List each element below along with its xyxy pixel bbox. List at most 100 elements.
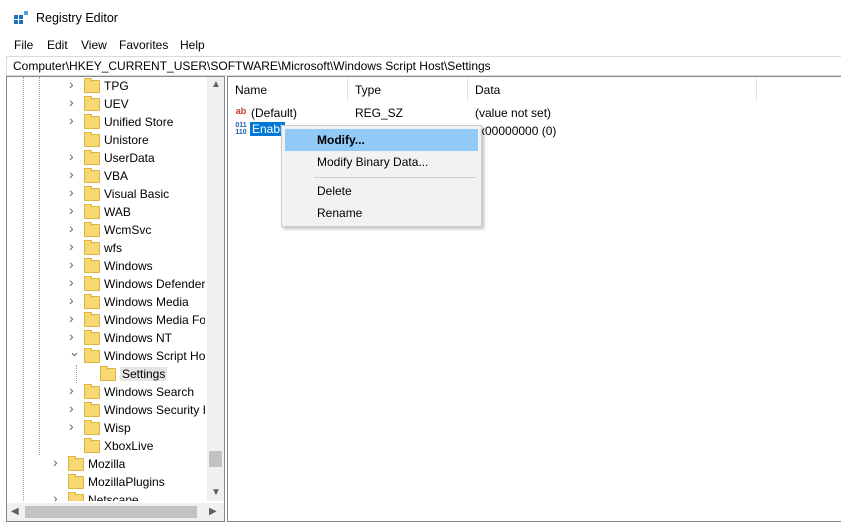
folder-icon: [84, 312, 100, 327]
key-tree-pane[interactable]: › TPG › UEV › Unified Store Unistore › UserData ›…: [6, 76, 225, 522]
chevron-right-icon[interactable]: ›: [69, 419, 77, 433]
tree-item[interactable]: › Windows Security Hea: [7, 401, 205, 420]
chevron-right-icon[interactable]: ›: [69, 149, 77, 163]
tree-item[interactable]: › WcmSvc: [7, 221, 205, 240]
menu-item-modify[interactable]: Modify...: [285, 129, 478, 151]
tree-item-label: Windows Search: [104, 385, 195, 399]
chevron-right-icon[interactable]: ›: [69, 203, 77, 217]
menu-help[interactable]: Help: [179, 38, 206, 52]
address-path: Computer\HKEY_CURRENT_USER\SOFTWARE\Micr…: [13, 59, 491, 73]
tree-item-label: wfs: [104, 241, 122, 255]
tree-item-label: Unistore: [104, 133, 149, 147]
scroll-down-icon[interactable]: ▼: [211, 487, 221, 498]
tree-item-label: MozillaPlugins: [88, 475, 165, 489]
tree-item-label: Windows Security Hea: [104, 403, 205, 417]
scroll-right-icon[interactable]: ▶: [209, 506, 217, 517]
chevron-right-icon[interactable]: ›: [69, 383, 77, 397]
tree-item-label: Windows NT: [104, 331, 173, 345]
title-bar: Registry Editor: [0, 0, 841, 36]
tree-item[interactable]: › Mozilla: [7, 455, 205, 474]
tree-item-label: VBA: [104, 169, 129, 183]
chevron-right-icon[interactable]: ›: [69, 293, 77, 307]
tree-item-label: UEV: [104, 97, 129, 111]
folder-icon: [84, 96, 100, 111]
tree-item-label: Windows Defender Sec: [104, 277, 205, 291]
menu-item-rename[interactable]: Rename: [285, 202, 478, 224]
chevron-right-icon[interactable]: ›: [69, 275, 77, 289]
chevron-right-icon[interactable]: ›: [69, 401, 77, 415]
column-header-data[interactable]: Data: [468, 77, 757, 101]
chevron-right-icon[interactable]: ›: [69, 221, 77, 235]
menu-item-modify-binary[interactable]: Modify Binary Data...: [285, 151, 478, 173]
tree-item[interactable]: › Windows NT: [7, 329, 205, 348]
tree-item[interactable]: › Windows Media Founc: [7, 311, 205, 330]
column-header-name[interactable]: Name: [228, 77, 348, 101]
tree-item[interactable]: › Visual Basic: [7, 185, 205, 204]
chevron-right-icon[interactable]: ›: [69, 257, 77, 271]
chevron-right-icon[interactable]: ›: [69, 185, 77, 199]
tree-item-label: Windows Script Host: [104, 349, 205, 363]
chevron-right-icon[interactable]: ›: [69, 167, 77, 181]
menu-edit[interactable]: Edit: [46, 38, 69, 52]
tree-item[interactable]: MozillaPlugins: [7, 474, 205, 492]
scroll-left-icon[interactable]: ◀: [11, 506, 19, 517]
folder-icon: [84, 168, 100, 183]
folder-icon: [84, 240, 100, 255]
chevron-right-icon[interactable]: ›: [53, 491, 61, 501]
tree-horizontal-scrollbar[interactable]: ◀ ▶: [7, 503, 224, 521]
chevron-right-icon[interactable]: ›: [69, 95, 77, 109]
chevron-right-icon[interactable]: ›: [69, 113, 77, 127]
menu-item-delete[interactable]: Delete: [285, 180, 478, 202]
tree-item[interactable]: › wfs: [7, 239, 205, 258]
folder-icon: [84, 438, 100, 453]
tree-item[interactable]: › Windows Media: [7, 293, 205, 312]
tree-item[interactable]: › Unified Store: [7, 113, 205, 132]
folder-icon: [84, 204, 100, 219]
tree-item-label: WcmSvc: [104, 223, 152, 237]
folder-icon: [84, 384, 100, 399]
tree-item-label: Unified Store: [104, 115, 174, 129]
tree-item[interactable]: › Windows: [7, 257, 205, 276]
chevron-right-icon[interactable]: ›: [69, 77, 77, 91]
address-bar[interactable]: Computer\HKEY_CURRENT_USER\SOFTWARE\Micr…: [6, 56, 841, 76]
value-data: (value not set): [475, 106, 552, 120]
menu-view[interactable]: View: [80, 38, 108, 52]
tree-item[interactable]: Unistore: [7, 132, 205, 150]
chevron-right-icon[interactable]: ›: [69, 311, 77, 325]
folder-icon: [84, 294, 100, 309]
tree-item[interactable]: XboxLive: [7, 438, 205, 456]
scroll-thumb[interactable]: [25, 506, 197, 518]
tree-vertical-scrollbar[interactable]: ▲ ▼: [207, 77, 224, 501]
tree-item[interactable]: › VBA: [7, 167, 205, 186]
tree-item[interactable]: › Windows Defender Sec: [7, 275, 205, 294]
scroll-up-icon[interactable]: ▲: [211, 79, 221, 90]
tree-item[interactable]: › UserData: [7, 149, 205, 168]
chevron-right-icon[interactable]: ›: [69, 239, 77, 253]
tree-item[interactable]: › WAB: [7, 203, 205, 222]
menu-bar: File Edit View Favorites Help: [0, 36, 841, 56]
column-header-type[interactable]: Type: [348, 77, 468, 101]
chevron-right-icon[interactable]: ›: [53, 455, 61, 469]
tree-item[interactable]: › UEV: [7, 95, 205, 114]
folder-icon: [84, 402, 100, 417]
tree-item[interactable]: › TPG: [7, 77, 205, 96]
tree-item[interactable]: › Wisp: [7, 419, 205, 438]
tree-item[interactable]: Settings: [7, 366, 205, 384]
tree-item-label: UserData: [104, 151, 155, 165]
tree-item[interactable]: › Windows Search: [7, 383, 205, 402]
tree-item-label: Windows Media: [104, 295, 189, 309]
chevron-down-icon[interactable]: ⌄: [69, 345, 80, 358]
tree-item-label: WAB: [104, 205, 131, 219]
menu-favorites[interactable]: Favorites: [118, 38, 169, 52]
chevron-right-icon[interactable]: ›: [69, 329, 77, 343]
tree-item[interactable]: ⌄ Windows Script Host: [7, 345, 205, 366]
key-tree: › TPG › UEV › Unified Store Unistore › UserData ›…: [7, 77, 205, 501]
folder-icon: [68, 492, 84, 501]
scroll-thumb[interactable]: [209, 451, 222, 467]
value-row[interactable]: ab (Default) REG_SZ (value not set): [228, 103, 828, 121]
value-name-editing[interactable]: Enabl: [249, 121, 286, 137]
menu-file[interactable]: File: [13, 38, 34, 52]
tree-item-label: XboxLive: [104, 439, 154, 453]
tree-item[interactable]: › Netscape: [7, 491, 205, 501]
tree-item-label: Wisp: [104, 421, 131, 435]
